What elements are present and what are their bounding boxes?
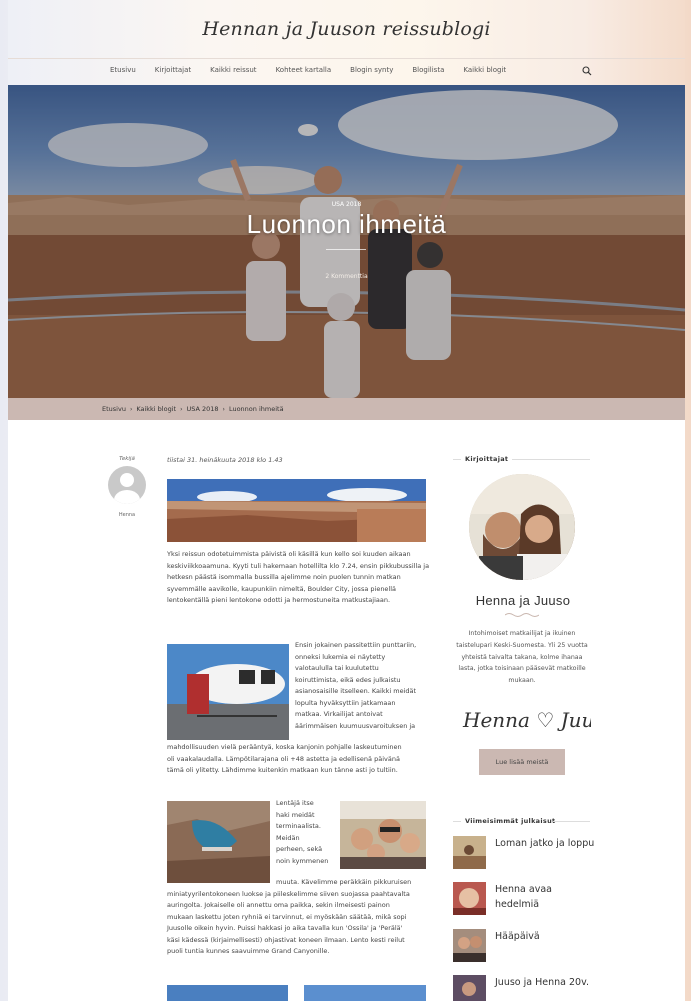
authors-title: Henna ja Juuso [475, 593, 571, 608]
breadcrumb-item-kaikki-blogit[interactable]: Kaikki blogit [136, 405, 176, 413]
text-line: mukaan laskettu joten ryhniä ei tarvinnu… [167, 912, 407, 921]
divider [453, 821, 461, 822]
text-line: Juusolle oikein hyvin. Puissi hakkasi jo… [167, 924, 403, 932]
text-line: käsi kädessä (kirjaimellisesti) ohjastiv… [167, 935, 405, 944]
nav-divider [8, 58, 685, 59]
text-line: Meidän [276, 833, 300, 842]
nav-item-blogin-synty[interactable]: Blogin synty [350, 66, 393, 74]
text-line: lopulta hyväksyttiin jatkamaan [295, 698, 396, 707]
header: Hennan ja Juuson reissublogi Etusivu Kir… [8, 0, 685, 85]
site-title[interactable]: Hennan ja Juuson reissublogi [8, 18, 685, 40]
canyon-photo[interactable] [167, 479, 426, 542]
dam-photo[interactable] [167, 801, 270, 883]
post-title: Luonnon ihmeitä [246, 209, 447, 239]
wave-divider-icon [505, 613, 539, 617]
recent-post-item[interactable]: Loman jatko ja loppu [453, 836, 603, 872]
author-box: Tekijä Henna [104, 456, 150, 518]
author-name[interactable]: Henna [104, 512, 150, 518]
text-line: asianosaisille itselleen. Kaikki meidät [295, 687, 417, 695]
authors-description: Intohimoiset matkailijat ja ikuinen tais… [456, 630, 588, 685]
text-line: tämä oli ylitetty. Lähdimme kuitenkin ma… [167, 766, 398, 774]
recent-heading: Viimeisimmät julkaisut [465, 817, 556, 825]
main-nav: Etusivu Kirjoittajat Kaikki reissut Koht… [110, 66, 525, 74]
hero-overlay [8, 85, 685, 398]
recent-post-thumbnail[interactable] [453, 836, 486, 869]
text-line: mahdollisuuden vielä perääntyä, koska ka… [167, 743, 402, 751]
recent-post-item[interactable]: Hääpäivä [453, 929, 603, 965]
recent-post-thumbnail[interactable] [453, 929, 486, 962]
next-photo-left[interactable] [167, 985, 288, 1001]
recent-post-item[interactable]: Henna avaa hedelmiä [453, 882, 603, 918]
text-line: onneksi lukemia ei näytetty [295, 652, 386, 661]
hero-divider [326, 249, 366, 250]
breadcrumb: Etusivu › Kaikki blogit › USA 2018 › Luo… [8, 398, 685, 420]
chevron-right-icon: › [222, 405, 225, 413]
post-paragraph-wrap-top: Ensin jokainen passitettiin punttariin, … [295, 640, 435, 732]
text-line: noin kymmenen [276, 856, 329, 865]
divider [512, 459, 590, 460]
text-line: haki meidät [276, 810, 315, 819]
text-line: valotaululla tai kuulutettu [295, 664, 379, 672]
nav-item-etusivu[interactable]: Etusivu [110, 66, 136, 74]
chevron-right-icon: › [180, 405, 183, 413]
avatar[interactable] [108, 466, 146, 504]
nav-item-kaikki-reissut[interactable]: Kaikki reissut [210, 66, 256, 74]
user-icon [114, 473, 140, 504]
page: Hennan ja Juuson reissublogi Etusivu Kir… [8, 0, 685, 1001]
recent-post-title[interactable]: Juuso ja Henna 20v. [495, 975, 595, 990]
text-line: terminaalista. [276, 822, 321, 830]
post-paragraph: Yksi reissun odotetuimmista päivistä oli… [167, 550, 430, 604]
signature-image: Henna ♡ Juuso [462, 708, 591, 732]
text-line: äärimmäisen kuumuusvaroituksen ja [295, 721, 416, 730]
helicopter-photo[interactable] [167, 644, 289, 740]
post-paragraph-wrap-mid: Lentäjä itse haki meidät terminaalista. … [276, 798, 338, 867]
authors-portrait[interactable] [469, 474, 575, 580]
nav-item-kirjoittajat[interactable]: Kirjoittajat [155, 66, 191, 74]
nav-item-kaikki-blogit[interactable]: Kaikki blogit [463, 66, 506, 74]
text-line: puoli tuntia kunnes saavuimme Grand Cany… [167, 947, 330, 955]
selfie-photo[interactable] [340, 801, 426, 869]
recent-post-thumbnail[interactable] [453, 882, 486, 915]
recent-post-title[interactable]: Henna avaa hedelmiä [495, 882, 595, 912]
post-paragraph-wrap-bottom: mahdollisuuden vielä perääntyä, koska ka… [167, 742, 435, 777]
text-line: auringolta. Jokaiselle oli annettu oma p… [167, 901, 390, 909]
text-line: muuta. Kävelimme peräkkäin pikkuruisen [276, 878, 412, 886]
author-label: Tekijä [119, 456, 135, 462]
divider [553, 821, 590, 822]
text-line: miniatyyrilentokoneen luokse ja piileske… [167, 889, 410, 898]
hero-banner: USA 2018 Luonnon ihmeitä 2 Kommenttia [8, 85, 685, 398]
nav-item-blogilista[interactable]: Blogilista [412, 66, 444, 74]
next-photo-right[interactable] [304, 985, 426, 1001]
post-date: tiistai 31. heinäkuuta 2018 klo 1.43 [167, 456, 283, 464]
breadcrumb-item-current: Luonnon ihmeitä [228, 405, 284, 413]
text-line: Lentäjä itse [276, 799, 314, 807]
nav-item-kohteet-kartalla[interactable]: Kohteet kartalla [276, 66, 332, 74]
authors-heading: Kirjoittajat [465, 455, 509, 463]
text-line: matkaa. Virkailijat antoivat [295, 710, 383, 718]
read-more-button[interactable]: Lue lisää meistä [479, 749, 565, 775]
comments-link[interactable]: 2 Kommenttia [8, 273, 685, 280]
breadcrumb-item-usa-2018[interactable]: USA 2018 [186, 405, 218, 413]
search-icon[interactable] [582, 66, 592, 76]
divider [453, 459, 461, 460]
recent-post-item[interactable]: Juuso ja Henna 20v. [453, 975, 603, 1001]
text-line: Ensin jokainen passitettiin punttariin, [295, 641, 417, 649]
text-line: koiruttimista, eikä edes julkaistu [295, 675, 401, 684]
breadcrumb-item-etusivu[interactable]: Etusivu [102, 405, 126, 413]
recent-post-title[interactable]: Hääpäivä [495, 929, 595, 944]
chevron-right-icon: › [129, 405, 133, 413]
text-line: perheen, sekä [276, 845, 323, 853]
text-line: oli vaakalaudalla. Lämpötilarajana oli +… [167, 754, 400, 763]
post-paragraph-wrap-end: muuta. Kävelimme peräkkäin pikkuruisen m… [167, 877, 435, 958]
recent-post-title[interactable]: Loman jatko ja loppu [495, 836, 595, 851]
hero-category[interactable]: USA 2018 [8, 201, 685, 208]
recent-post-thumbnail[interactable] [453, 975, 486, 1001]
signature-text: Henna ♡ Juuso [462, 708, 591, 732]
